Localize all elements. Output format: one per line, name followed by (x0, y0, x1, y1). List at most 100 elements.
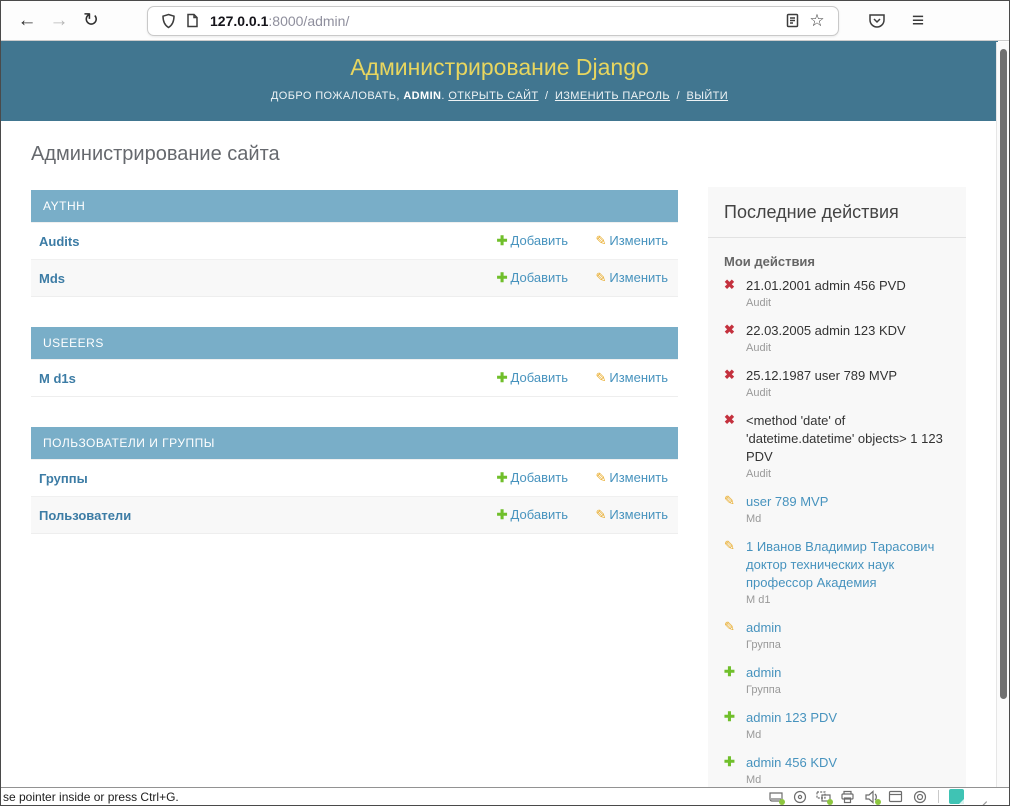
action-item[interactable]: ✖ 21.01.2001 admin 456 PVD Audit (724, 277, 952, 309)
change-link[interactable]: ✎Изменить (568, 233, 668, 249)
action-item[interactable]: ✚ admin 456 KDV Md (724, 754, 952, 786)
add-link[interactable]: ✚Добавить (460, 507, 568, 523)
pocket-icon[interactable] (865, 9, 889, 33)
app-caption[interactable]: USEEERS (31, 327, 678, 359)
action-text[interactable]: user 789 MVP (746, 494, 828, 509)
menu-icon[interactable]: ≡ (905, 8, 931, 34)
change-label: Изменить (609, 270, 668, 285)
model-row: M d1s ✚Добавить ✎Изменить (31, 359, 678, 396)
pencil-icon: ✎ (595, 233, 606, 248)
model-rows: M d1s ✚Добавить ✎Изменить (31, 359, 678, 396)
audio-icon[interactable] (863, 789, 880, 804)
add-icon: ✚ (724, 664, 740, 680)
recent-actions-title: Последние действия (708, 187, 966, 238)
model-link[interactable]: M d1s (39, 371, 460, 386)
main-column: Администрирование сайта AYTHH Audits ✚До… (31, 143, 678, 787)
action-model-label: Группа (746, 639, 952, 651)
action-item[interactable]: ✚ admin 123 PDV Md (724, 709, 952, 741)
url-text: 127.0.0.1:8000/admin/ (210, 13, 780, 29)
action-item[interactable]: ✚ admin Группа (724, 664, 952, 696)
shared-folders-icon[interactable] (887, 789, 904, 804)
app-caption[interactable]: ПОЛЬЗОВАТЕЛИ И ГРУППЫ (31, 427, 678, 459)
action-text[interactable]: admin (746, 620, 781, 635)
change-icon: ✎ (724, 538, 740, 554)
action-item[interactable]: ✎ user 789 MVP Md (724, 493, 952, 525)
pencil-icon: ✎ (595, 370, 606, 385)
resize-grip-icon[interactable] (975, 791, 987, 803)
action-item[interactable]: ✖ <method 'date' of 'datetime.datetime' … (724, 412, 952, 480)
change-link[interactable]: ✎Изменить (568, 470, 668, 486)
action-list: ✖ 21.01.2001 admin 456 PVD Audit ✖ 22.03… (708, 273, 966, 787)
model-link[interactable]: Mds (39, 271, 460, 286)
recording-icon[interactable] (911, 789, 928, 804)
separator: / (677, 90, 680, 102)
model-link[interactable]: Группы (39, 471, 460, 486)
recent-actions-module: Последние действия Мои действия ✖ 21.01.… (708, 187, 966, 787)
optical-disc-icon[interactable] (791, 789, 808, 804)
logout-link[interactable]: ВЫЙТИ (686, 90, 728, 102)
vm-window: ← → ↻ 127.0.0.1:8000/admin/ ☆ ≡ Админист… (0, 0, 1010, 806)
scrollbar-track[interactable] (996, 42, 1009, 789)
change-link[interactable]: ✎Изменить (568, 270, 668, 286)
forward-button[interactable]: → (43, 6, 75, 36)
app-caption[interactable]: AYTHH (31, 190, 678, 222)
model-row: Пользователи ✚Добавить ✎Изменить (31, 496, 678, 533)
app-list: AYTHH Audits ✚Добавить ✎Изменить Mds ✚До… (31, 190, 678, 534)
separator: / (545, 90, 548, 102)
mouse-integration-icon[interactable] (949, 789, 964, 804)
scrollbar-thumb[interactable] (1000, 49, 1007, 699)
add-link[interactable]: ✚Добавить (460, 233, 568, 249)
address-bar[interactable]: 127.0.0.1:8000/admin/ ☆ (147, 6, 839, 36)
my-actions-subtitle: Мои действия (708, 238, 966, 273)
action-item[interactable]: ✎ admin Группа (724, 619, 952, 651)
plus-icon: ✚ (497, 470, 508, 485)
change-icon: ✎ (724, 619, 740, 635)
delete-icon: ✖ (724, 412, 740, 428)
action-item[interactable]: ✖ 25.12.1987 user 789 MVP Audit (724, 367, 952, 399)
add-link[interactable]: ✚Добавить (460, 370, 568, 386)
network-icon[interactable] (815, 789, 832, 804)
hdd-icon[interactable] (767, 789, 784, 804)
action-model-label: Md (746, 774, 952, 786)
app-module: ПОЛЬЗОВАТЕЛИ И ГРУППЫ Группы ✚Добавить ✎… (31, 427, 678, 534)
model-link[interactable]: Пользователи (39, 508, 460, 523)
action-item[interactable]: ✖ 22.03.2005 admin 123 KDV Audit (724, 322, 952, 354)
add-link[interactable]: ✚Добавить (460, 270, 568, 286)
add-label: Добавить (511, 470, 568, 485)
vm-status-icons (767, 789, 1009, 804)
action-text[interactable]: 22.03.2005 admin 123 KDV (746, 323, 906, 338)
reload-button[interactable]: ↻ (75, 6, 107, 36)
bookmark-star-icon[interactable]: ☆ (804, 8, 830, 34)
back-button[interactable]: ← (11, 6, 43, 36)
change-link[interactable]: ✎Изменить (568, 370, 668, 386)
vm-statusbar: se pointer inside or press Ctrl+G. (1, 787, 1009, 805)
action-text[interactable]: admin 456 KDV (746, 755, 837, 770)
welcome-period: . (441, 90, 444, 102)
audio-active-dot (875, 799, 881, 805)
action-item[interactable]: ✎ 1 Иванов Владимир Тарасович доктор тех… (724, 538, 952, 606)
action-text[interactable]: 21.01.2001 admin 456 PVD (746, 278, 906, 293)
shield-icon[interactable] (156, 9, 180, 33)
action-text[interactable]: 1 Иванов Владимир Тарасович доктор техни… (746, 539, 934, 590)
add-label: Добавить (511, 233, 568, 248)
model-link[interactable]: Audits (39, 234, 460, 249)
action-text[interactable]: 25.12.1987 user 789 MVP (746, 368, 897, 383)
site-title[interactable]: Администрирование Django (1, 41, 998, 81)
action-text[interactable]: admin 123 PDV (746, 710, 837, 725)
app-module: USEEERS M d1s ✚Добавить ✎Изменить (31, 327, 678, 397)
app-module: AYTHH Audits ✚Добавить ✎Изменить Mds ✚До… (31, 190, 678, 297)
change-label: Изменить (609, 507, 668, 522)
change-password-link[interactable]: ИЗМЕНИТЬ ПАРОЛЬ (555, 90, 670, 102)
change-label: Изменить (609, 370, 668, 385)
pencil-icon: ✎ (595, 470, 606, 485)
reader-mode-icon[interactable] (780, 9, 804, 33)
printer-icon[interactable] (839, 789, 856, 804)
action-text[interactable]: admin (746, 665, 781, 680)
add-link[interactable]: ✚Добавить (460, 470, 568, 486)
view-site-link[interactable]: ОТКРЫТЬ САЙТ (448, 90, 538, 102)
action-text[interactable]: <method 'date' of 'datetime.datetime' ob… (746, 413, 943, 464)
change-link[interactable]: ✎Изменить (568, 507, 668, 523)
change-icon: ✎ (724, 493, 740, 509)
pencil-icon: ✎ (595, 270, 606, 285)
page-info-icon[interactable] (180, 9, 204, 33)
